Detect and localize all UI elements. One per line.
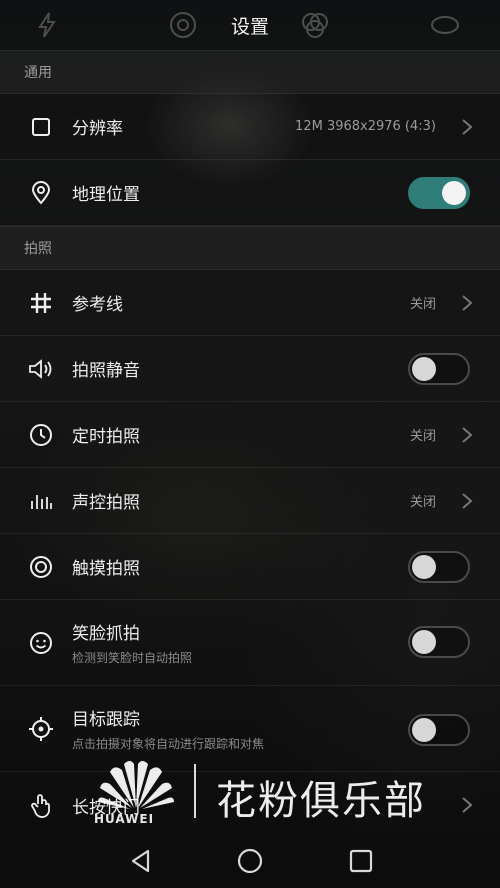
gridlines-value: 关闭 [409,297,436,312]
smile-label: 笑脸抓拍 [72,624,140,644]
smile-face-icon [28,630,54,656]
recents-square-icon[interactable] [346,846,376,876]
timer-label-wrap: 定时拍照 [72,422,140,447]
speaker-icon [28,356,54,382]
mute-row[interactable]: 拍照静音 [0,336,500,402]
chevron-right-icon [462,294,473,311]
toggle-knob [442,181,466,205]
audio-control-label-wrap: 声控拍照 [72,488,140,513]
location-label: 地理位置 [72,185,140,205]
touch-target-icon [28,554,54,580]
switch-camera-icon[interactable] [430,10,460,40]
touch-label: 触摸拍照 [72,559,140,579]
grid-icon [28,290,54,316]
smile-sub: 检测到笑脸时自动拍照 [72,651,193,665]
aperture-icon[interactable] [168,10,198,40]
gridlines-label: 参考线 [72,295,123,315]
clock-icon [28,422,54,448]
chevron-right-icon [462,492,473,509]
home-circle-icon[interactable] [235,846,265,876]
flash-icon[interactable] [32,10,62,40]
long-press-row[interactable]: 长按快门 [0,772,500,838]
finger-press-icon [28,792,54,818]
touch-label-wrap: 触摸拍照 [72,554,140,579]
gridlines-row[interactable]: 参考线 关闭 [0,270,500,336]
mute-label-wrap: 拍照静音 [72,356,140,381]
location-row[interactable]: 地理位置 [0,160,500,226]
sound-bars-icon [28,488,54,514]
audio-control-row[interactable]: 声控拍照 关闭 [0,468,500,534]
timer-row[interactable]: 定时拍照 关闭 [0,402,500,468]
mute-label: 拍照静音 [72,361,140,381]
section-general: 通用 [0,50,500,94]
location-label-wrap: 地理位置 [72,180,140,205]
audio-control-value: 关闭 [409,495,436,510]
audio-control-label: 声控拍照 [72,493,140,513]
toggle-knob [412,718,436,742]
timer-label: 定时拍照 [72,427,140,447]
resolution-icon [28,114,54,140]
tracking-toggle[interactable] [408,714,470,746]
smile-label-wrap: 笑脸抓拍 检测到笑脸时自动拍照 [72,619,192,666]
target-tracking-icon [28,716,54,742]
smile-toggle[interactable] [408,626,470,658]
timer-value: 关闭 [409,429,436,444]
resolution-label-wrap: 分辨率 [72,114,123,139]
section-photo: 拍照 [0,226,500,270]
toggle-knob [412,357,436,381]
tracking-label: 目标跟踪 [72,710,140,730]
toggle-knob [412,555,436,579]
mute-toggle[interactable] [408,353,470,385]
chevron-right-icon [462,797,473,813]
long-press-label: 长按快门 [72,797,140,818]
location-toggle[interactable] [408,177,470,209]
resolution-label: 分辨率 [72,119,123,139]
tracking-label-wrap: 目标跟踪 点击拍摄对象将自动进行跟踪和对焦 [72,705,264,752]
chevron-right-icon [462,426,473,443]
resolution-row[interactable]: 分辨率 12M 3968x2976 (4:3) [0,94,500,160]
resolution-value: 12M 3968x2976 (4:3) [295,119,436,134]
chevron-right-icon [462,118,473,135]
touch-toggle[interactable] [408,551,470,583]
touch-row[interactable]: 触摸拍照 [0,534,500,600]
toggle-knob [412,630,436,654]
gridlines-label-wrap: 参考线 [72,290,123,315]
tracking-row[interactable]: 目标跟踪 点击拍摄对象将自动进行跟踪和对焦 [0,686,500,772]
system-nav-bar [0,832,500,888]
tracking-sub: 点击拍摄对象将自动进行跟踪和对焦 [72,737,265,751]
location-pin-icon [28,180,54,206]
top-bar: 设置 [0,0,500,50]
back-triangle-icon[interactable] [126,846,156,876]
long-press-label-wrap: 长按快门 [72,793,140,818]
smile-row[interactable]: 笑脸抓拍 检测到笑脸时自动拍照 [0,600,500,686]
page-title: 设置 [230,15,269,38]
filter-icon[interactable] [300,10,330,40]
